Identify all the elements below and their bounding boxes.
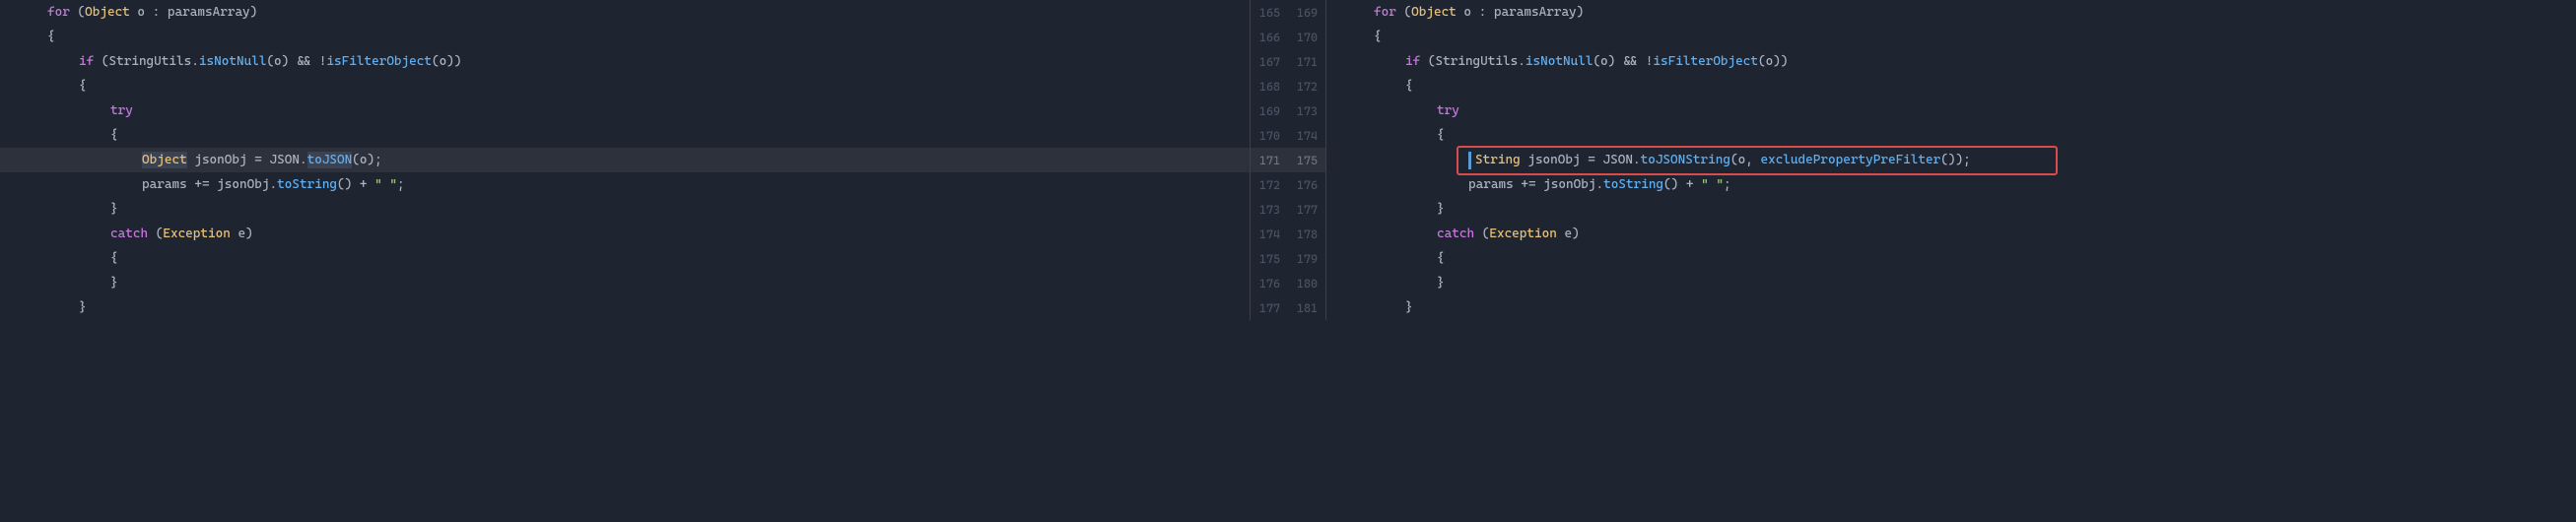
code-line-deleted[interactable]: Object jsonObj = JSON.toJSON(o); bbox=[0, 148, 1250, 172]
gutter-row[interactable]: 174178 bbox=[1251, 222, 1325, 246]
diff-gutter: 165169 166170 167171 168172 169173 17017… bbox=[1250, 0, 1326, 320]
change-marker-icon bbox=[1468, 152, 1471, 169]
code-line[interactable]: try bbox=[0, 98, 1250, 123]
gutter-row[interactable]: 165169 bbox=[1251, 0, 1325, 25]
code-line[interactable]: { bbox=[1326, 25, 2576, 49]
code-line[interactable]: if (StringUtils.isNotNull(o) && !isFilte… bbox=[0, 49, 1250, 74]
gutter-row[interactable]: 169173 bbox=[1251, 98, 1325, 123]
code-line[interactable]: { bbox=[1326, 246, 2576, 271]
code-line[interactable]: { bbox=[0, 25, 1250, 49]
gutter-row[interactable]: 167171 bbox=[1251, 49, 1325, 74]
code-line[interactable]: } bbox=[1326, 197, 2576, 222]
code-line[interactable]: try bbox=[1326, 98, 2576, 123]
code-line[interactable]: { bbox=[0, 246, 1250, 271]
code-line[interactable]: { bbox=[0, 74, 1250, 98]
gutter-row[interactable]: 176180 bbox=[1251, 271, 1325, 295]
code-line[interactable]: for (Object o : paramsArray) bbox=[0, 0, 1250, 25]
code-line[interactable]: } bbox=[0, 197, 1250, 222]
code-line[interactable]: } bbox=[1326, 271, 2576, 295]
code-line[interactable]: { bbox=[1326, 74, 2576, 98]
gutter-row[interactable]: 166170 bbox=[1251, 25, 1325, 49]
gutter-row-changed[interactable]: 171175 bbox=[1251, 148, 1325, 172]
gutter-row[interactable]: 170174 bbox=[1251, 123, 1325, 148]
code-line-added[interactable]: String jsonObj = JSON.toJSONString(o, ex… bbox=[1326, 148, 2576, 172]
gutter-row[interactable]: 177181 bbox=[1251, 295, 1325, 320]
gutter-row[interactable]: 175179 bbox=[1251, 246, 1325, 271]
diff-right-pane[interactable]: for (Object o : paramsArray) { if (Strin… bbox=[1326, 0, 2576, 320]
code-line[interactable]: params += jsonObj.toString() + " "; bbox=[0, 172, 1250, 197]
type-object: Object bbox=[85, 5, 130, 20]
code-line[interactable]: params += jsonObj.toString() + " "; bbox=[1326, 172, 2576, 197]
gutter-row[interactable]: 172176 bbox=[1251, 172, 1325, 197]
code-line[interactable]: } bbox=[1326, 295, 2576, 320]
code-line[interactable]: catch (Exception e) bbox=[1326, 222, 2576, 246]
keyword-for: for bbox=[47, 5, 70, 20]
code-line[interactable]: for (Object o : paramsArray) bbox=[1326, 0, 2576, 25]
code-line[interactable]: { bbox=[0, 123, 1250, 148]
diff-left-pane[interactable]: for (Object o : paramsArray) { if (Strin… bbox=[0, 0, 1250, 320]
diff-view: for (Object o : paramsArray) { if (Strin… bbox=[0, 0, 2576, 320]
code-line[interactable]: { bbox=[1326, 123, 2576, 148]
code-line[interactable]: } bbox=[0, 295, 1250, 320]
code-line[interactable]: if (StringUtils.isNotNull(o) && !isFilte… bbox=[1326, 49, 2576, 74]
code-line[interactable]: catch (Exception e) bbox=[0, 222, 1250, 246]
gutter-row[interactable]: 168172 bbox=[1251, 74, 1325, 98]
code-line[interactable]: } bbox=[0, 271, 1250, 295]
gutter-row[interactable]: 173177 bbox=[1251, 197, 1325, 222]
